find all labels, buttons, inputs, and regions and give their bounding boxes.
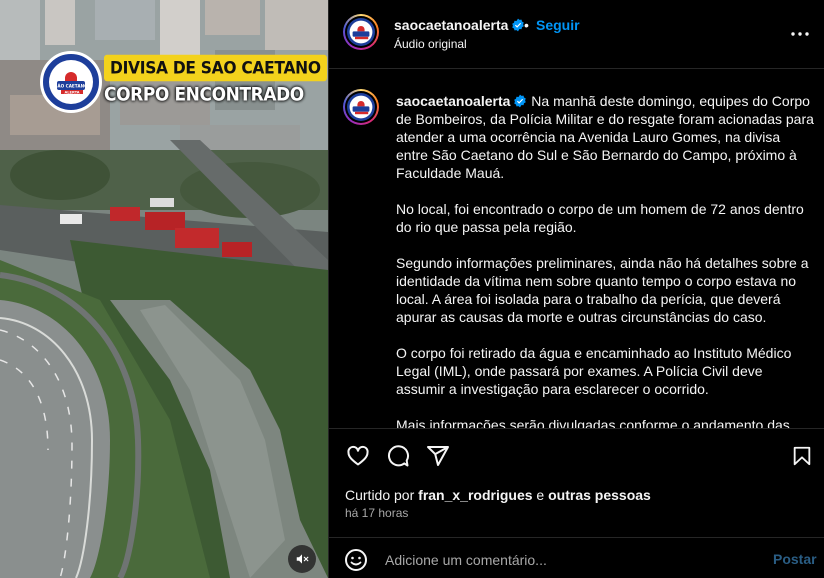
emoji-button[interactable] [344, 548, 370, 574]
caption-paragraph: Mais informações serão divulgadas confor… [396, 417, 790, 428]
more-options-button[interactable] [788, 24, 812, 44]
comment-button[interactable] [385, 443, 411, 469]
liked-others-link[interactable]: outras pessoas [548, 487, 651, 503]
liked-conjunction: e [536, 487, 545, 503]
author-username[interactable]: saocaetanoalerta [394, 17, 508, 33]
caption-paragraph: No local, foi encontrado o corpo de um h… [396, 201, 804, 235]
header-separator: • [524, 17, 529, 33]
overlay-headline-location: DIVISA DE SAO CAETANO [104, 54, 327, 82]
speaker-muted-icon [296, 554, 309, 564]
bookmark-icon [793, 446, 811, 466]
author-username-link[interactable]: saocaetanoalerta [394, 17, 525, 33]
audio-link[interactable]: Áudio original [394, 37, 467, 51]
caption-paragraph: Segundo informações preliminares, ainda … [396, 255, 809, 325]
caption-paragraph: saocaetanoalerta Na manhã deste domingo,… [396, 92, 814, 182]
siren-logo-icon: SÃO CAETANO ALERTA [52, 63, 90, 101]
more-options-icon [791, 32, 809, 36]
post-media[interactable]: SÃO CAETANO ALERTA DIVISA DE SAO CAETANO… [0, 0, 328, 578]
caption-author-avatar[interactable] [343, 89, 379, 125]
siren-logo-icon [349, 95, 373, 119]
post-timestamp[interactable]: há 17 horas [345, 506, 408, 520]
post-header: saocaetanoalerta • Seguir Áudio original [329, 0, 824, 69]
follow-button[interactable]: Seguir [536, 17, 580, 33]
comment-input[interactable] [385, 550, 745, 570]
share-icon [427, 446, 449, 466]
post-caption: saocaetanoalerta Na manhã deste domingo,… [396, 92, 814, 428]
overlay-headline-title: CORPO ENCONTRADO [104, 84, 304, 106]
save-button[interactable] [789, 443, 815, 469]
emoji-icon [345, 549, 367, 571]
logo-text-bottom: ALERTA [64, 91, 79, 95]
liked-user-link[interactable]: fran_x_rodrigues [418, 487, 532, 503]
post-side-panel: saocaetanoalerta • Seguir Áudio original [328, 0, 824, 578]
comment-icon [388, 445, 409, 467]
logo-text-top: SÃO CAETANO [54, 84, 88, 89]
caption-username[interactable]: saocaetanoalerta [396, 93, 510, 109]
siren-logo-icon [349, 20, 373, 44]
like-button[interactable] [345, 443, 371, 469]
mute-toggle-button[interactable] [288, 545, 316, 573]
author-avatar[interactable] [343, 14, 379, 50]
channel-logo: SÃO CAETANO ALERTA [40, 51, 102, 113]
caption-paragraph: O corpo foi retirado da água e encaminha… [396, 345, 792, 397]
share-button[interactable] [425, 443, 451, 469]
liked-prefix: Curtido por [345, 487, 415, 503]
heart-icon [347, 445, 369, 466]
caption-area: saocaetanoalerta Na manhã deste domingo,… [329, 70, 824, 428]
comment-composer: Postar [329, 537, 824, 578]
post-comment-button[interactable]: Postar [773, 551, 817, 567]
verified-badge-icon [514, 94, 527, 108]
likes-summary: Curtido por fran_x_rodrigues e outras pe… [345, 487, 651, 503]
post-actions: Curtido por fran_x_rodrigues e outras pe… [329, 428, 824, 578]
